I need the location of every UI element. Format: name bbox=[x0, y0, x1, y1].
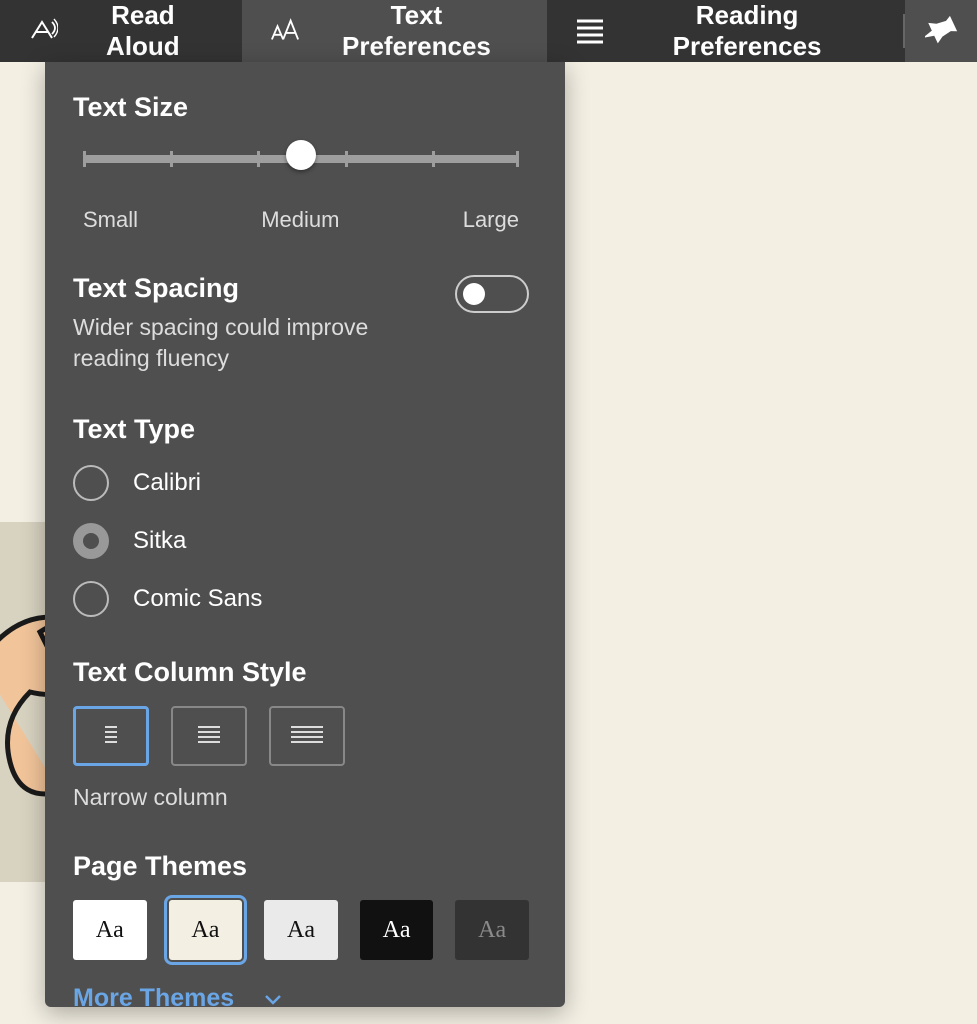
text-type-title: Text Type bbox=[73, 414, 529, 445]
column-medium-button[interactable] bbox=[171, 706, 247, 766]
more-themes-label: More Themes bbox=[73, 984, 234, 1013]
font-option-sitka[interactable]: Sitka bbox=[73, 523, 529, 559]
font-label: Calibri bbox=[133, 469, 201, 497]
text-spacing-title: Text Spacing bbox=[73, 273, 403, 304]
slider-tick bbox=[83, 151, 86, 167]
theme-swatch-label: Aa bbox=[383, 917, 411, 944]
theme-swatch-label: Aa bbox=[191, 917, 219, 944]
slider-tick bbox=[257, 151, 260, 167]
font-label: Comic Sans bbox=[133, 585, 262, 613]
pin-icon bbox=[925, 12, 959, 51]
slider-tick bbox=[432, 151, 435, 167]
section-text-size: Text Size Small Medium Large bbox=[73, 92, 529, 233]
tab-label: Text Preferences bbox=[314, 0, 519, 62]
theme-sepia[interactable]: Aa bbox=[169, 900, 243, 960]
page-themes-title: Page Themes bbox=[73, 851, 529, 882]
slider-tick bbox=[516, 151, 519, 167]
theme-swatch-label: Aa bbox=[478, 917, 506, 944]
slider-tick bbox=[345, 151, 348, 167]
theme-black[interactable]: Aa bbox=[360, 900, 434, 960]
theme-dark-grey[interactable]: Aa bbox=[455, 900, 529, 960]
theme-swatch-label: Aa bbox=[287, 917, 315, 944]
tab-reading-preferences[interactable]: Reading Preferences bbox=[547, 0, 903, 62]
tab-label: Reading Preferences bbox=[619, 0, 875, 62]
slider-label-large: Large bbox=[463, 207, 519, 233]
chevron-down-icon bbox=[264, 984, 282, 1013]
lines-icon bbox=[575, 16, 605, 46]
column-style-title: Text Column Style bbox=[73, 657, 529, 688]
font-option-comic-sans[interactable]: Comic Sans bbox=[73, 581, 529, 617]
font-label: Sitka bbox=[133, 527, 186, 555]
tab-read-aloud[interactable]: Read Aloud bbox=[0, 0, 242, 62]
pin-button[interactable] bbox=[905, 0, 977, 62]
radio-icon bbox=[73, 465, 109, 501]
section-page-themes: Page Themes Aa Aa Aa Aa Aa More Themes bbox=[73, 851, 529, 1013]
slider-labels: Small Medium Large bbox=[83, 207, 519, 233]
text-size-icon bbox=[270, 16, 300, 46]
tab-text-preferences[interactable]: Text Preferences bbox=[242, 0, 547, 62]
slider-thumb[interactable] bbox=[286, 140, 316, 170]
slider-label-small: Small bbox=[83, 207, 138, 233]
text-spacing-toggle[interactable] bbox=[455, 275, 529, 313]
text-size-title: Text Size bbox=[73, 92, 529, 123]
column-wide-button[interactable] bbox=[269, 706, 345, 766]
radio-icon bbox=[73, 523, 109, 559]
slider-label-medium: Medium bbox=[261, 207, 339, 233]
section-column-style: Text Column Style Narrow bbox=[73, 657, 529, 811]
theme-light-grey[interactable]: Aa bbox=[264, 900, 338, 960]
tab-label: Read Aloud bbox=[72, 0, 214, 62]
text-spacing-description: Wider spacing could improve reading flue… bbox=[73, 312, 403, 374]
radio-icon bbox=[73, 581, 109, 617]
column-style-caption: Narrow column bbox=[73, 784, 529, 811]
font-option-calibri[interactable]: Calibri bbox=[73, 465, 529, 501]
theme-swatch-label: Aa bbox=[96, 917, 124, 944]
more-themes-link[interactable]: More Themes bbox=[73, 984, 529, 1013]
read-aloud-icon bbox=[28, 16, 58, 46]
section-text-spacing: Text Spacing Wider spacing could improve… bbox=[73, 273, 529, 374]
text-preferences-panel: Text Size Small Medium Large Text Spacin… bbox=[45, 62, 565, 1007]
immersive-reader-toolbar: Read Aloud Text Preferences Reading Pref… bbox=[0, 0, 977, 62]
slider-tick bbox=[170, 151, 173, 167]
toggle-knob bbox=[463, 283, 485, 305]
theme-white[interactable]: Aa bbox=[73, 900, 147, 960]
section-text-type: Text Type Calibri Sitka Comic Sans bbox=[73, 414, 529, 617]
text-size-slider[interactable] bbox=[83, 143, 519, 195]
column-narrow-button[interactable] bbox=[73, 706, 149, 766]
